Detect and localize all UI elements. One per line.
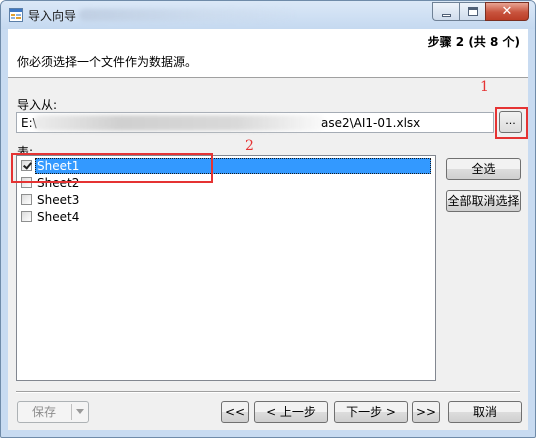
footer-divider bbox=[16, 391, 520, 393]
sheet3-checkbox[interactable] bbox=[21, 194, 32, 205]
deselect-all-button[interactable]: 全部取消选择 bbox=[446, 190, 521, 212]
title-bar[interactable]: 导入向导 ✕ bbox=[1, 1, 535, 29]
source-path-input[interactable]: E:\ ase2\AI1-01.xlsx bbox=[16, 112, 494, 133]
list-item-sheet3[interactable]: Sheet3 bbox=[19, 192, 431, 208]
annotation-number-2: 2 bbox=[245, 138, 254, 154]
close-button[interactable]: ✕ bbox=[485, 2, 529, 21]
annotation-box-sheet1 bbox=[11, 153, 213, 183]
annotation-number-1: 1 bbox=[480, 79, 489, 95]
annotation-box-browse bbox=[495, 107, 528, 139]
maximize-icon bbox=[468, 7, 478, 16]
chevron-down-icon bbox=[76, 409, 84, 414]
minimize-button[interactable] bbox=[432, 2, 459, 21]
select-all-button[interactable]: 全选 bbox=[446, 158, 521, 180]
last-step-button[interactable]: >> bbox=[412, 401, 440, 423]
cancel-button[interactable]: 取消 bbox=[448, 401, 522, 423]
save-divider bbox=[71, 404, 72, 420]
next-step-button[interactable]: 下一步 > bbox=[334, 401, 408, 423]
sheet-list[interactable]: Sheet1 Sheet2 Sheet3 Sheet4 bbox=[16, 155, 436, 381]
instruction-text: 你必须选择一个文件作为数据源。 bbox=[17, 55, 198, 69]
window-title: 导入向导 bbox=[28, 9, 77, 23]
sheet-label: Sheet4 bbox=[37, 210, 80, 224]
redacted-title-area bbox=[79, 9, 299, 21]
previous-step-button[interactable]: < 上一步 bbox=[254, 401, 328, 423]
import-wizard-window: 导入向导 ✕ 步骤 2 (共 8 个) 你必须选择一个文件作为数据源。 导入从:… bbox=[0, 0, 536, 438]
save-label: 保存 bbox=[31, 405, 56, 419]
first-step-button[interactable]: << bbox=[221, 401, 249, 423]
wizard-header: 步骤 2 (共 8 个) 你必须选择一个文件作为数据源。 bbox=[8, 29, 528, 78]
save-split-button: 保存 bbox=[17, 401, 89, 423]
minimize-icon bbox=[442, 14, 451, 17]
window-controls: ✕ bbox=[432, 2, 529, 21]
wizard-app-icon bbox=[9, 8, 23, 22]
path-end-text: ase2\AI1-01.xlsx bbox=[321, 116, 421, 130]
list-item-sheet4[interactable]: Sheet4 bbox=[19, 209, 431, 225]
sheet-label: Sheet3 bbox=[37, 193, 80, 207]
step-indicator: 步骤 2 (共 8 个) bbox=[427, 35, 520, 49]
import-from-label: 导入从: bbox=[17, 98, 58, 112]
close-icon: ✕ bbox=[501, 4, 513, 19]
sheet4-checkbox[interactable] bbox=[21, 211, 32, 222]
redacted-path-area bbox=[33, 115, 325, 131]
maximize-button[interactable] bbox=[459, 2, 485, 21]
wizard-body: 步骤 2 (共 8 个) 你必须选择一个文件作为数据源。 导入从: E:\ as… bbox=[8, 29, 528, 430]
